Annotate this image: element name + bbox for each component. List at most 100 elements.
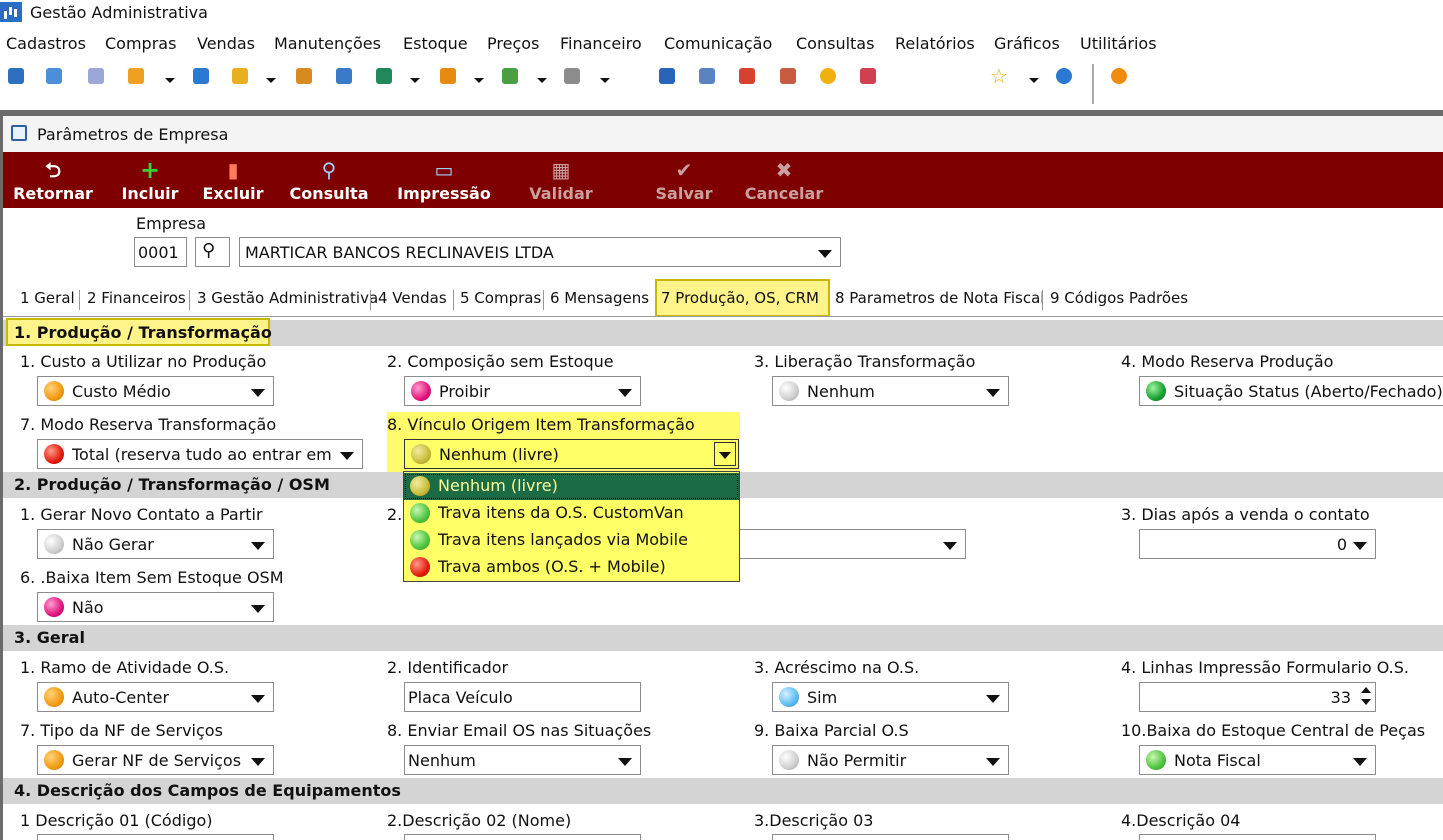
printer-icon[interactable] — [564, 68, 580, 84]
card-icon[interactable] — [88, 68, 104, 84]
chevron-down-icon[interactable] — [537, 78, 547, 83]
dropdown-option[interactable]: Nenhum (livre) — [404, 473, 739, 500]
vinculo-origem-combo[interactable]: Nenhum (livre) — [404, 439, 739, 469]
chevron-down-icon[interactable] — [251, 542, 265, 550]
dias-apos-venda-field[interactable]: 0 — [1139, 529, 1376, 559]
menu-relatorios[interactable]: Relatórios — [895, 34, 975, 53]
tab-financeiros[interactable]: 2 Financeiros — [87, 289, 186, 307]
tab-mensagens[interactable]: 6 Mensagens — [550, 289, 649, 307]
users-icon[interactable] — [46, 68, 62, 84]
dropdown-button[interactable] — [714, 442, 736, 466]
chevron-down-icon[interactable] — [986, 695, 1000, 703]
box-icon[interactable] — [440, 68, 456, 84]
tipo-nf-servicos-combo[interactable]: Gerar NF de Serviços c — [37, 745, 274, 775]
chevron-down-icon[interactable] — [474, 78, 484, 83]
tab-producao-os-crm[interactable]: 7 Produção, OS, CRM — [661, 289, 819, 307]
tab-compras[interactable]: 5 Compras — [460, 289, 541, 307]
chevron-down-icon[interactable] — [340, 452, 354, 460]
chevron-down-icon[interactable] — [251, 389, 265, 397]
star-icon[interactable]: ☆ — [990, 64, 1008, 88]
baixa-item-sem-estoque-combo[interactable]: Não — [37, 592, 274, 622]
chevron-down-icon[interactable] — [1353, 542, 1367, 550]
chevron-down-icon[interactable] — [600, 78, 610, 83]
retornar-button[interactable]: ⮌ Retornar — [11, 152, 95, 208]
bank-icon[interactable] — [336, 68, 352, 84]
tab-parametros-nota-fiscal[interactable]: 8 Parametros de Nota Fiscal — [835, 289, 1044, 307]
excluir-button[interactable]: ▮ Excluir — [200, 152, 266, 208]
menu-estoque[interactable]: Estoque — [403, 34, 468, 53]
salvar-button[interactable]: ✔ Salvar — [651, 152, 717, 208]
dropdown-option[interactable]: Trava ambos (O.S. + Mobile) — [404, 554, 739, 581]
menu-financeiro[interactable]: Financeiro — [560, 34, 642, 53]
chevron-down-icon[interactable] — [986, 389, 1000, 397]
chevron-down-icon[interactable] — [410, 78, 420, 83]
consulta-button[interactable]: ⚲ Consulta — [286, 152, 372, 208]
menu-vendas[interactable]: Vendas — [197, 34, 255, 53]
gerar-novo-contato-combo[interactable]: Não Gerar — [37, 529, 274, 559]
list-icon[interactable] — [128, 68, 144, 84]
tab-codigos-padroes[interactable]: 9 Códigos Padrões — [1050, 289, 1188, 307]
person-icon[interactable] — [296, 68, 312, 84]
validar-button[interactable]: ▦ Validar — [523, 152, 599, 208]
composicao-sem-estoque-combo[interactable]: Proibir — [404, 376, 641, 406]
chevron-down-icon[interactable] — [986, 758, 1000, 766]
company-icon[interactable] — [8, 68, 24, 84]
modo-reserva-transformacao-combo[interactable]: Total (reserva tudo ao entrar em ' — [37, 439, 363, 469]
tab-vendas[interactable]: 4 Vendas — [378, 289, 447, 307]
tab-geral[interactable]: 1 Geral — [20, 289, 75, 307]
chevron-down-icon[interactable] — [1029, 78, 1039, 83]
liberacao-transformacao-combo[interactable]: Nenhum — [772, 376, 1009, 406]
report-icon[interactable] — [860, 68, 876, 84]
chevron-down-icon[interactable] — [818, 250, 832, 258]
menu-consultas[interactable]: Consultas — [796, 34, 874, 53]
power-icon[interactable] — [1111, 68, 1127, 84]
lock-icon[interactable] — [820, 68, 836, 84]
baixa-estoque-central-combo[interactable]: Nota Fiscal — [1139, 745, 1376, 775]
money-icon[interactable] — [502, 68, 518, 84]
cancelar-button[interactable]: ✖ Cancelar — [741, 152, 827, 208]
baixa-parcial-os-combo[interactable]: Não Permitir — [772, 745, 1009, 775]
grid-icon[interactable] — [659, 68, 675, 84]
incluir-button[interactable]: + Incluir — [115, 152, 185, 208]
info-icon[interactable] — [1056, 68, 1072, 84]
descricao-01-field[interactable] — [37, 834, 274, 840]
menu-utilitarios[interactable]: Utilitários — [1080, 34, 1157, 53]
chevron-down-icon[interactable] — [251, 695, 265, 703]
menu-manutencoes[interactable]: Manutenções — [274, 34, 381, 53]
menu-compras[interactable]: Compras — [105, 34, 176, 53]
calendar-icon[interactable] — [739, 68, 755, 84]
descricao-04-field[interactable] — [1139, 834, 1376, 840]
empresa-name-combo[interactable]: MARTICAR BANCOS RECLINAVEIS LTDA — [239, 237, 841, 267]
chevron-down-icon[interactable] — [618, 758, 632, 766]
chevron-down-icon[interactable] — [618, 389, 632, 397]
tab-gestao-administrativa[interactable]: 3 Gestão Administrativa — [197, 289, 378, 307]
menu-precos[interactable]: Preços — [487, 34, 539, 53]
custo-utilizar-combo[interactable]: Custo Médio — [37, 376, 274, 406]
linhas-impressao-spinner[interactable]: 33 — [1139, 682, 1376, 712]
chevron-down-icon[interactable] — [251, 605, 265, 613]
dropdown-option[interactable]: Trava itens lançados via Mobile — [404, 527, 739, 554]
chevron-down-icon[interactable] — [943, 542, 957, 550]
chevron-down-icon[interactable] — [165, 78, 175, 83]
spinner-arrows-icon[interactable] — [1361, 687, 1371, 707]
modo-reserva-producao-combo[interactable]: Situação Status (Aberto/Fechado) — [1139, 376, 1443, 406]
menu-comunicacao[interactable]: Comunicação — [664, 34, 772, 53]
empresa-search-button[interactable]: ⚲ — [195, 237, 230, 267]
chevron-down-icon[interactable] — [251, 758, 265, 766]
descricao-03-field[interactable] — [772, 834, 1009, 840]
ramo-atividade-combo[interactable]: Auto-Center — [37, 682, 274, 712]
chevron-down-icon[interactable] — [266, 78, 276, 83]
impressao-button[interactable]: ▭ Impressão — [391, 152, 497, 208]
document-icon[interactable] — [193, 68, 209, 84]
enviar-email-os-combo[interactable]: Nenhum — [404, 745, 641, 775]
descricao-02-field[interactable] — [404, 834, 641, 840]
calculator-icon[interactable] — [699, 68, 715, 84]
identificador-field[interactable]: Placa Veículo — [404, 682, 641, 712]
dropdown-option[interactable]: Trava itens da O.S. CustomVan — [404, 500, 739, 527]
acrescimo-os-combo[interactable]: Sim — [772, 682, 1009, 712]
menu-graficos[interactable]: Gráficos — [994, 34, 1060, 53]
menu-cadastros[interactable]: Cadastros — [6, 34, 86, 53]
chevron-down-icon[interactable] — [1353, 758, 1367, 766]
calendar-edit-icon[interactable] — [780, 68, 796, 84]
empresa-code-field[interactable]: 0001 — [134, 237, 187, 267]
